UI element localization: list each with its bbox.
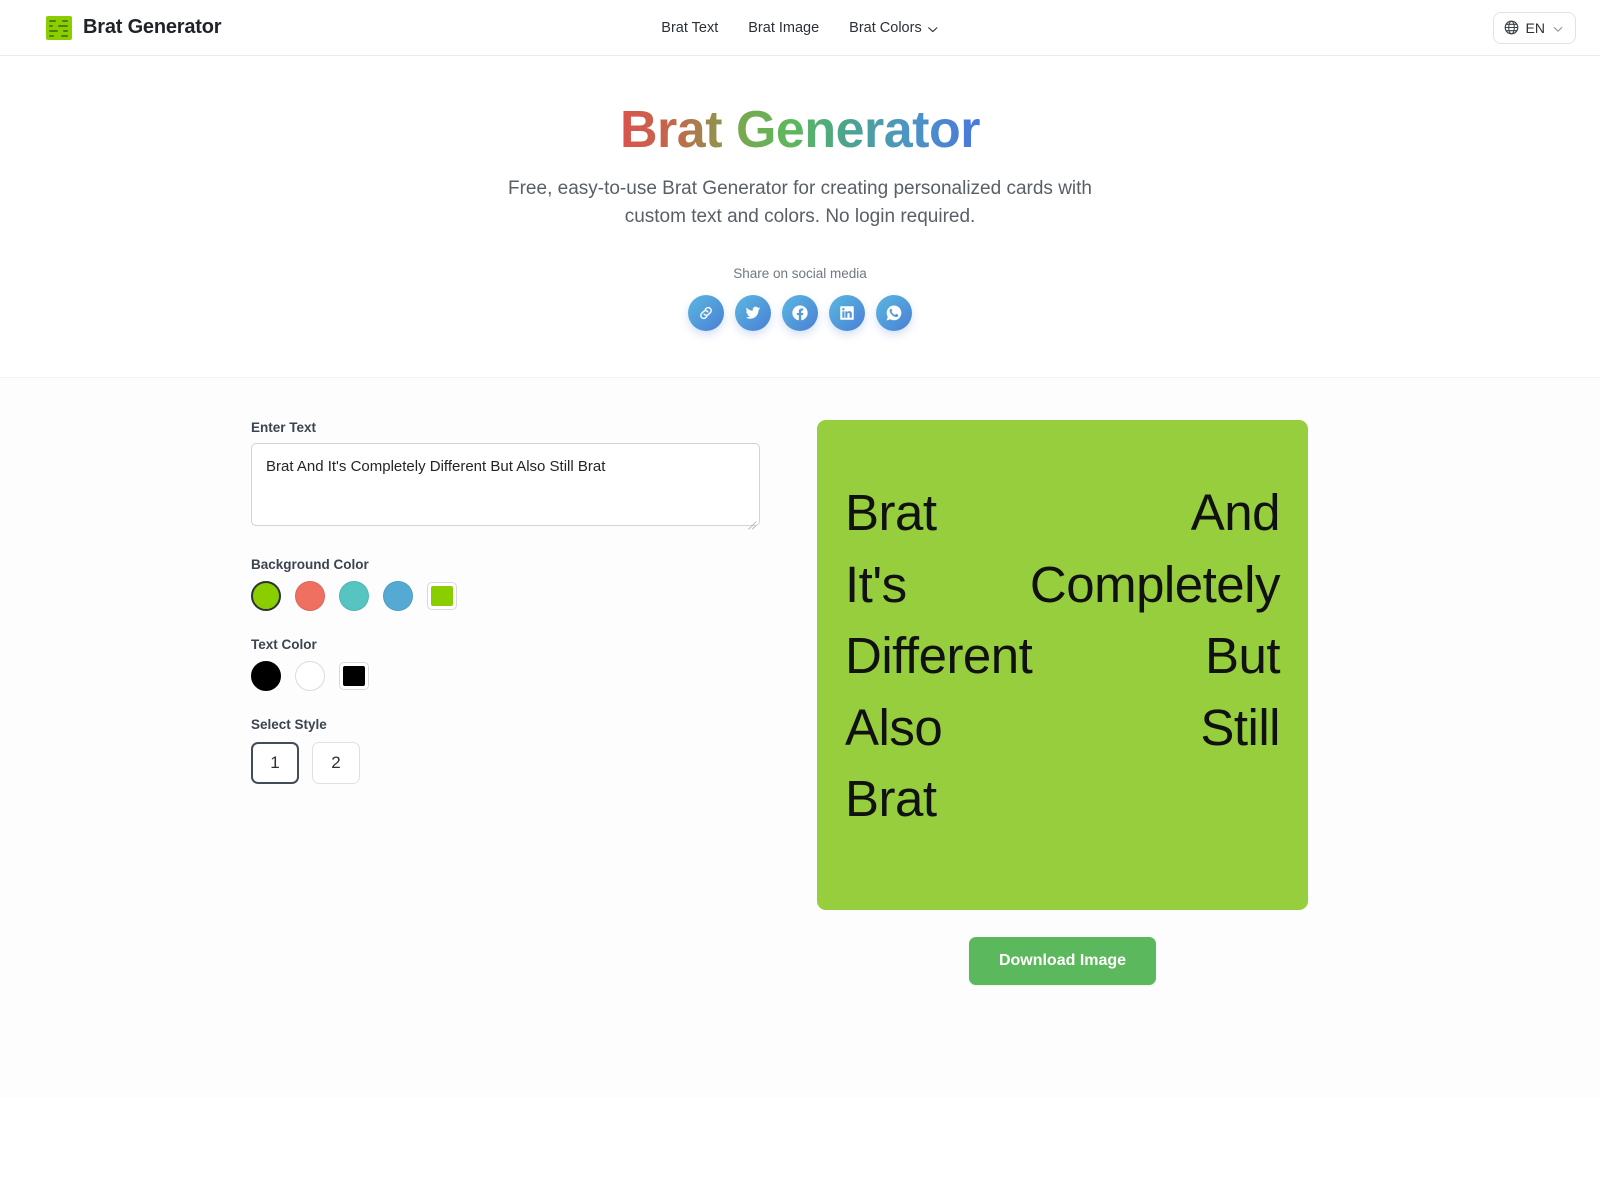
brand[interactable]: Brat Generator xyxy=(46,15,222,40)
nav-link-brat-colors[interactable]: Brat Colors xyxy=(849,20,939,36)
style-button-1[interactable]: 1 xyxy=(251,742,299,785)
brat-text-input[interactable] xyxy=(251,443,760,527)
card-word: Different xyxy=(845,627,1033,685)
bg-custom-color-picker[interactable] xyxy=(427,582,457,611)
bg-swatch-blue[interactable] xyxy=(383,581,413,612)
share-buttons xyxy=(0,295,1600,332)
card-word: But xyxy=(1204,627,1281,685)
select-style-label: Select Style xyxy=(251,717,327,733)
share-linkedin-button[interactable] xyxy=(829,295,865,332)
navbar-right: EN xyxy=(1492,11,1576,44)
linkedin-icon xyxy=(838,304,856,322)
language-label: EN xyxy=(1525,19,1545,36)
share-whatsapp-button[interactable] xyxy=(876,295,912,332)
hero-section: Brat Generator Free, easy-to-use Brat Ge… xyxy=(0,56,1600,379)
bg-custom-color-chip xyxy=(431,586,453,607)
background-swatch-row xyxy=(251,581,760,612)
chevron-down-icon xyxy=(928,24,939,35)
brat-preview-card: Brat And It's Completely Different But A… xyxy=(817,420,1308,911)
style-button-row: 1 2 xyxy=(251,742,760,785)
page-subtitle: Free, easy-to-use Brat Generator for cre… xyxy=(508,178,1092,227)
language-selector[interactable]: EN xyxy=(1492,11,1576,44)
top-navbar: Brat Generator Brat Text Brat Image Brat… xyxy=(0,0,1600,56)
nav-link-label: Brat Text xyxy=(661,20,719,36)
main-content: Enter Text Background Color xyxy=(0,378,1600,1099)
card-word: It's xyxy=(845,555,907,613)
card-word: Brat xyxy=(845,484,937,542)
text-color-label: Text Color xyxy=(251,637,317,653)
share-facebook-button[interactable] xyxy=(782,295,818,332)
chevron-down-icon xyxy=(1552,22,1564,34)
nav-link-brat-image[interactable]: Brat Image xyxy=(748,20,819,36)
nav-link-label: Brat Image xyxy=(748,20,820,36)
card-word: And xyxy=(1190,484,1281,542)
page-root: Brat Generator Brat Text Brat Image Brat… xyxy=(0,0,1600,1200)
card-line: Also Still xyxy=(845,692,1280,763)
link-icon xyxy=(697,304,715,322)
card-line: Brat And xyxy=(845,477,1281,548)
card-word: Also xyxy=(845,698,943,756)
nav-link-brat-text[interactable]: Brat Text xyxy=(661,20,718,36)
share-label: Share on social media xyxy=(733,266,867,282)
preview-panel: Brat And It's Completely Different But A… xyxy=(760,420,1600,1098)
text-input-wrapper xyxy=(251,443,760,531)
bg-swatch-green[interactable] xyxy=(251,581,281,612)
nav-links: Brat Text Brat Image Brat Colors xyxy=(661,0,938,56)
background-color-group: Background Color xyxy=(251,557,760,612)
enter-text-group: Enter Text xyxy=(251,420,760,531)
share-copy-link-button[interactable] xyxy=(688,295,724,332)
share-twitter-button[interactable] xyxy=(735,295,771,332)
card-line: It's Completely xyxy=(845,549,1281,620)
bg-swatch-coral[interactable] xyxy=(295,581,325,612)
card-word: Still xyxy=(1200,698,1280,756)
card-line: Different But xyxy=(845,620,1281,691)
card-line: Brat xyxy=(845,763,1280,834)
twitter-icon xyxy=(744,304,762,322)
background-color-label: Background Color xyxy=(251,557,369,573)
facebook-icon xyxy=(791,304,809,322)
bg-swatch-teal[interactable] xyxy=(339,581,369,612)
select-style-group: Select Style 1 2 xyxy=(251,717,760,785)
globe-icon xyxy=(1504,20,1519,35)
text-swatch-black[interactable] xyxy=(251,661,281,692)
text-custom-color-chip xyxy=(343,666,365,687)
brand-title: Brat Generator xyxy=(83,16,222,38)
brat-logo-icon xyxy=(46,15,72,40)
text-color-swatch-row xyxy=(251,661,760,692)
download-button-wrapper: Download Image xyxy=(817,937,1308,986)
text-swatch-white[interactable] xyxy=(295,661,325,692)
card-word: Brat xyxy=(845,770,937,828)
nav-link-label: Brat Colors xyxy=(849,20,922,36)
whatsapp-icon xyxy=(885,304,903,322)
enter-text-label: Enter Text xyxy=(251,420,317,436)
page-title: Brat Generator xyxy=(620,100,981,161)
card-word: Completely xyxy=(1029,555,1281,613)
style-button-2[interactable]: 2 xyxy=(312,742,360,785)
text-custom-color-picker[interactable] xyxy=(339,662,369,691)
controls-panel: Enter Text Background Color xyxy=(0,420,760,1098)
text-color-group: Text Color xyxy=(251,637,760,692)
download-image-button[interactable]: Download Image xyxy=(968,937,1157,986)
